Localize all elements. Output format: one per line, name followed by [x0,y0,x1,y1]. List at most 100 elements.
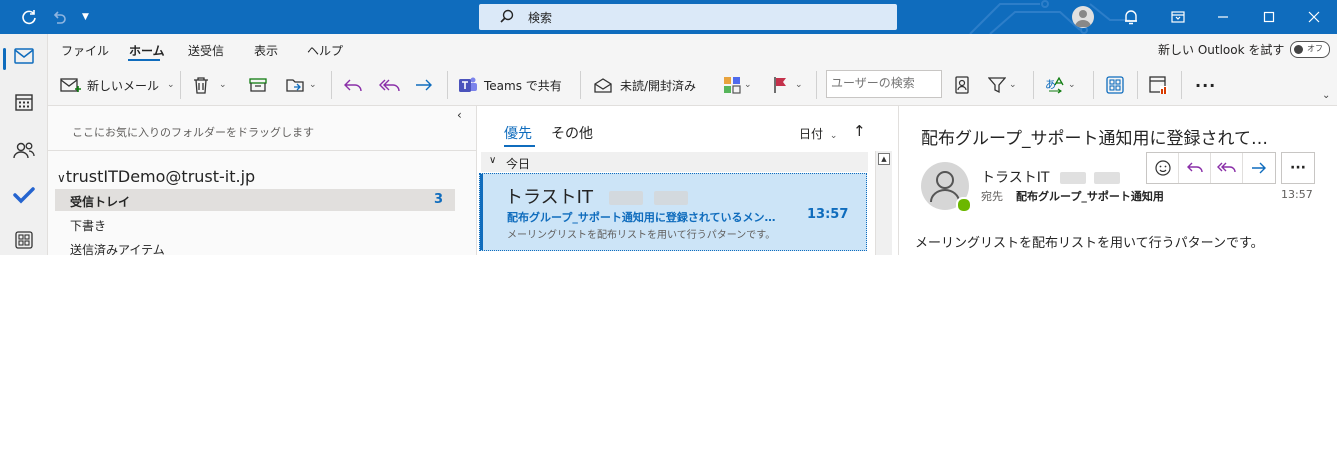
ribbon-expand-chevron-icon[interactable]: ⌄ [1322,90,1330,101]
folder-inbox[interactable]: 受信トレイ 3 [55,189,455,211]
forward-arrow-icon [1252,162,1266,174]
account-name: trustITDemo@trust-it.jp [65,167,256,186]
toggle-state-label: オフ [1307,44,1323,53]
unread-read-button[interactable]: 未読/開封済み [593,74,696,96]
message-subject: 配布グループ_サポート通知用に登録されて… [921,129,1268,149]
sort-by-label: 日付 [799,127,824,141]
undo-icon[interactable] [50,8,68,30]
reply-all-button[interactable] [1211,153,1243,183]
toolbar-divider [331,71,332,99]
insights-button[interactable] [1149,74,1169,96]
group-header-today[interactable]: ∨ 今日 [481,152,868,172]
collapse-pane-chevron-icon[interactable]: ‹ [457,108,462,122]
ribbon-display-options-button[interactable] [1155,0,1201,34]
tab-home[interactable]: ホーム [129,42,165,59]
sender-name[interactable]: トラストIT [981,167,1121,187]
account-header[interactable]: ∨trustITDemo@trust-it.jp [57,167,255,186]
reply-button[interactable] [1179,153,1211,183]
rail-calendar[interactable] [0,86,47,118]
toolbar-divider [580,71,581,99]
toolbar-divider [816,71,817,99]
message-body: メーリングリストを配布リストを用いて行うパターンです。 [915,236,1264,251]
customize-toolbar-icon[interactable]: ▼ [82,8,89,26]
address-book-button[interactable] [954,74,970,96]
new-mail-label: 新しいメール [87,78,160,93]
calendar-icon [14,94,33,111]
apps-grid-icon [1106,76,1124,94]
more-actions-button[interactable]: ··· [1281,152,1315,184]
move-button[interactable]: ⌄ [286,74,317,96]
reply-button[interactable] [343,74,363,96]
folder-label: 受信トレイ [70,195,131,209]
search-icon [499,9,515,28]
filter-email-button[interactable]: ⌄ [988,74,1017,96]
sort-direction-button[interactable]: ↑ [853,122,866,140]
folder-drafts[interactable]: 下書き [55,213,455,235]
tab-other[interactable]: その他 [551,123,593,143]
chevron-down-icon: ⌄ [219,80,227,90]
sort-by-button[interactable]: 日付 ⌄ [799,125,837,142]
toolbar-divider [1093,71,1094,99]
search-box[interactable]: 検索 [479,4,897,30]
mail-sender: トラストIT [505,183,689,209]
tab-help[interactable]: ヘルプ [307,42,343,59]
active-tab-indicator [504,145,535,147]
minimize-button[interactable] [1200,0,1246,34]
reply-all-button[interactable] [379,74,401,96]
toolbar-divider [1137,71,1138,99]
redacted-block [1094,172,1121,184]
categorize-button[interactable]: ⌄ [723,74,752,96]
rail-todo[interactable] [0,179,47,211]
translate-button[interactable]: あ ⌄ [1045,74,1076,96]
app-rail [0,34,48,255]
archive-button[interactable] [249,74,267,96]
close-button[interactable] [1291,0,1337,34]
people-search-box[interactable] [826,70,942,98]
forward-button[interactable] [414,74,434,96]
open-envelope-icon [594,78,612,93]
sync-icon[interactable] [20,8,38,30]
rail-people[interactable] [0,134,47,166]
people-search-input[interactable] [831,72,937,94]
list-item[interactable]: トラストIT 配布グループ_サポート通知用に登録されているメン… 13:57 メ… [479,173,867,251]
apps-button[interactable] [1106,74,1124,96]
forward-button[interactable] [1243,153,1275,183]
share-to-teams-button[interactable]: Teams で共有 [458,74,562,96]
scroll-up-arrow-icon[interactable]: ▲ [878,153,890,165]
toggle-knob [1294,45,1303,54]
tab-view[interactable]: 表示 [254,42,278,59]
new-mail-button[interactable]: 新しいメール ⌄ [60,74,175,96]
folder-sent-items[interactable]: 送信済みアイテム [55,237,455,259]
delete-button[interactable]: ⌄ [193,74,227,96]
rail-mail[interactable] [0,40,47,72]
new-mail-icon [60,78,81,92]
tab-send-receive[interactable]: 送受信 [188,42,224,59]
follow-up-flag-button[interactable]: ⌄ [773,74,803,96]
notification-bell-icon[interactable] [1122,8,1140,29]
user-avatar-icon[interactable] [1072,6,1094,28]
share-to-teams-label: Teams で共有 [484,78,562,93]
more-options-button[interactable]: ··· [1195,74,1216,96]
maximize-icon [1263,11,1275,23]
apps-grid-icon [14,231,33,249]
rail-more-apps[interactable] [0,224,47,256]
folder-label: 下書き [70,219,107,233]
new-outlook-toggle[interactable]: オフ [1290,41,1330,58]
tab-focused[interactable]: 優先 [504,123,532,143]
title-bar-decoration [969,0,1130,34]
message-time: 13:57 [1281,188,1313,201]
active-tab-indicator [128,59,160,61]
message-list-scrollbar[interactable]: ▲ [875,151,892,255]
todo-check-icon [12,187,35,204]
group-label: 今日 [506,157,531,171]
toolbar-divider [1033,71,1034,99]
maximize-button[interactable] [1246,0,1292,34]
toolbar-divider [1181,71,1182,99]
mail-icon [13,48,34,64]
to-recipient[interactable]: 配布グループ_サポート通知用 [1016,188,1164,204]
react-button[interactable] [1147,153,1179,183]
tab-file[interactable]: ファイル [61,42,109,59]
ribbon-toolbar: 新しいメール ⌄ ⌄ ⌄ Teams で共有 未読/開封済み ⌄ ⌄ ユーザーの… [48,64,1337,106]
archive-icon [249,78,267,92]
redacted-block [654,191,689,205]
